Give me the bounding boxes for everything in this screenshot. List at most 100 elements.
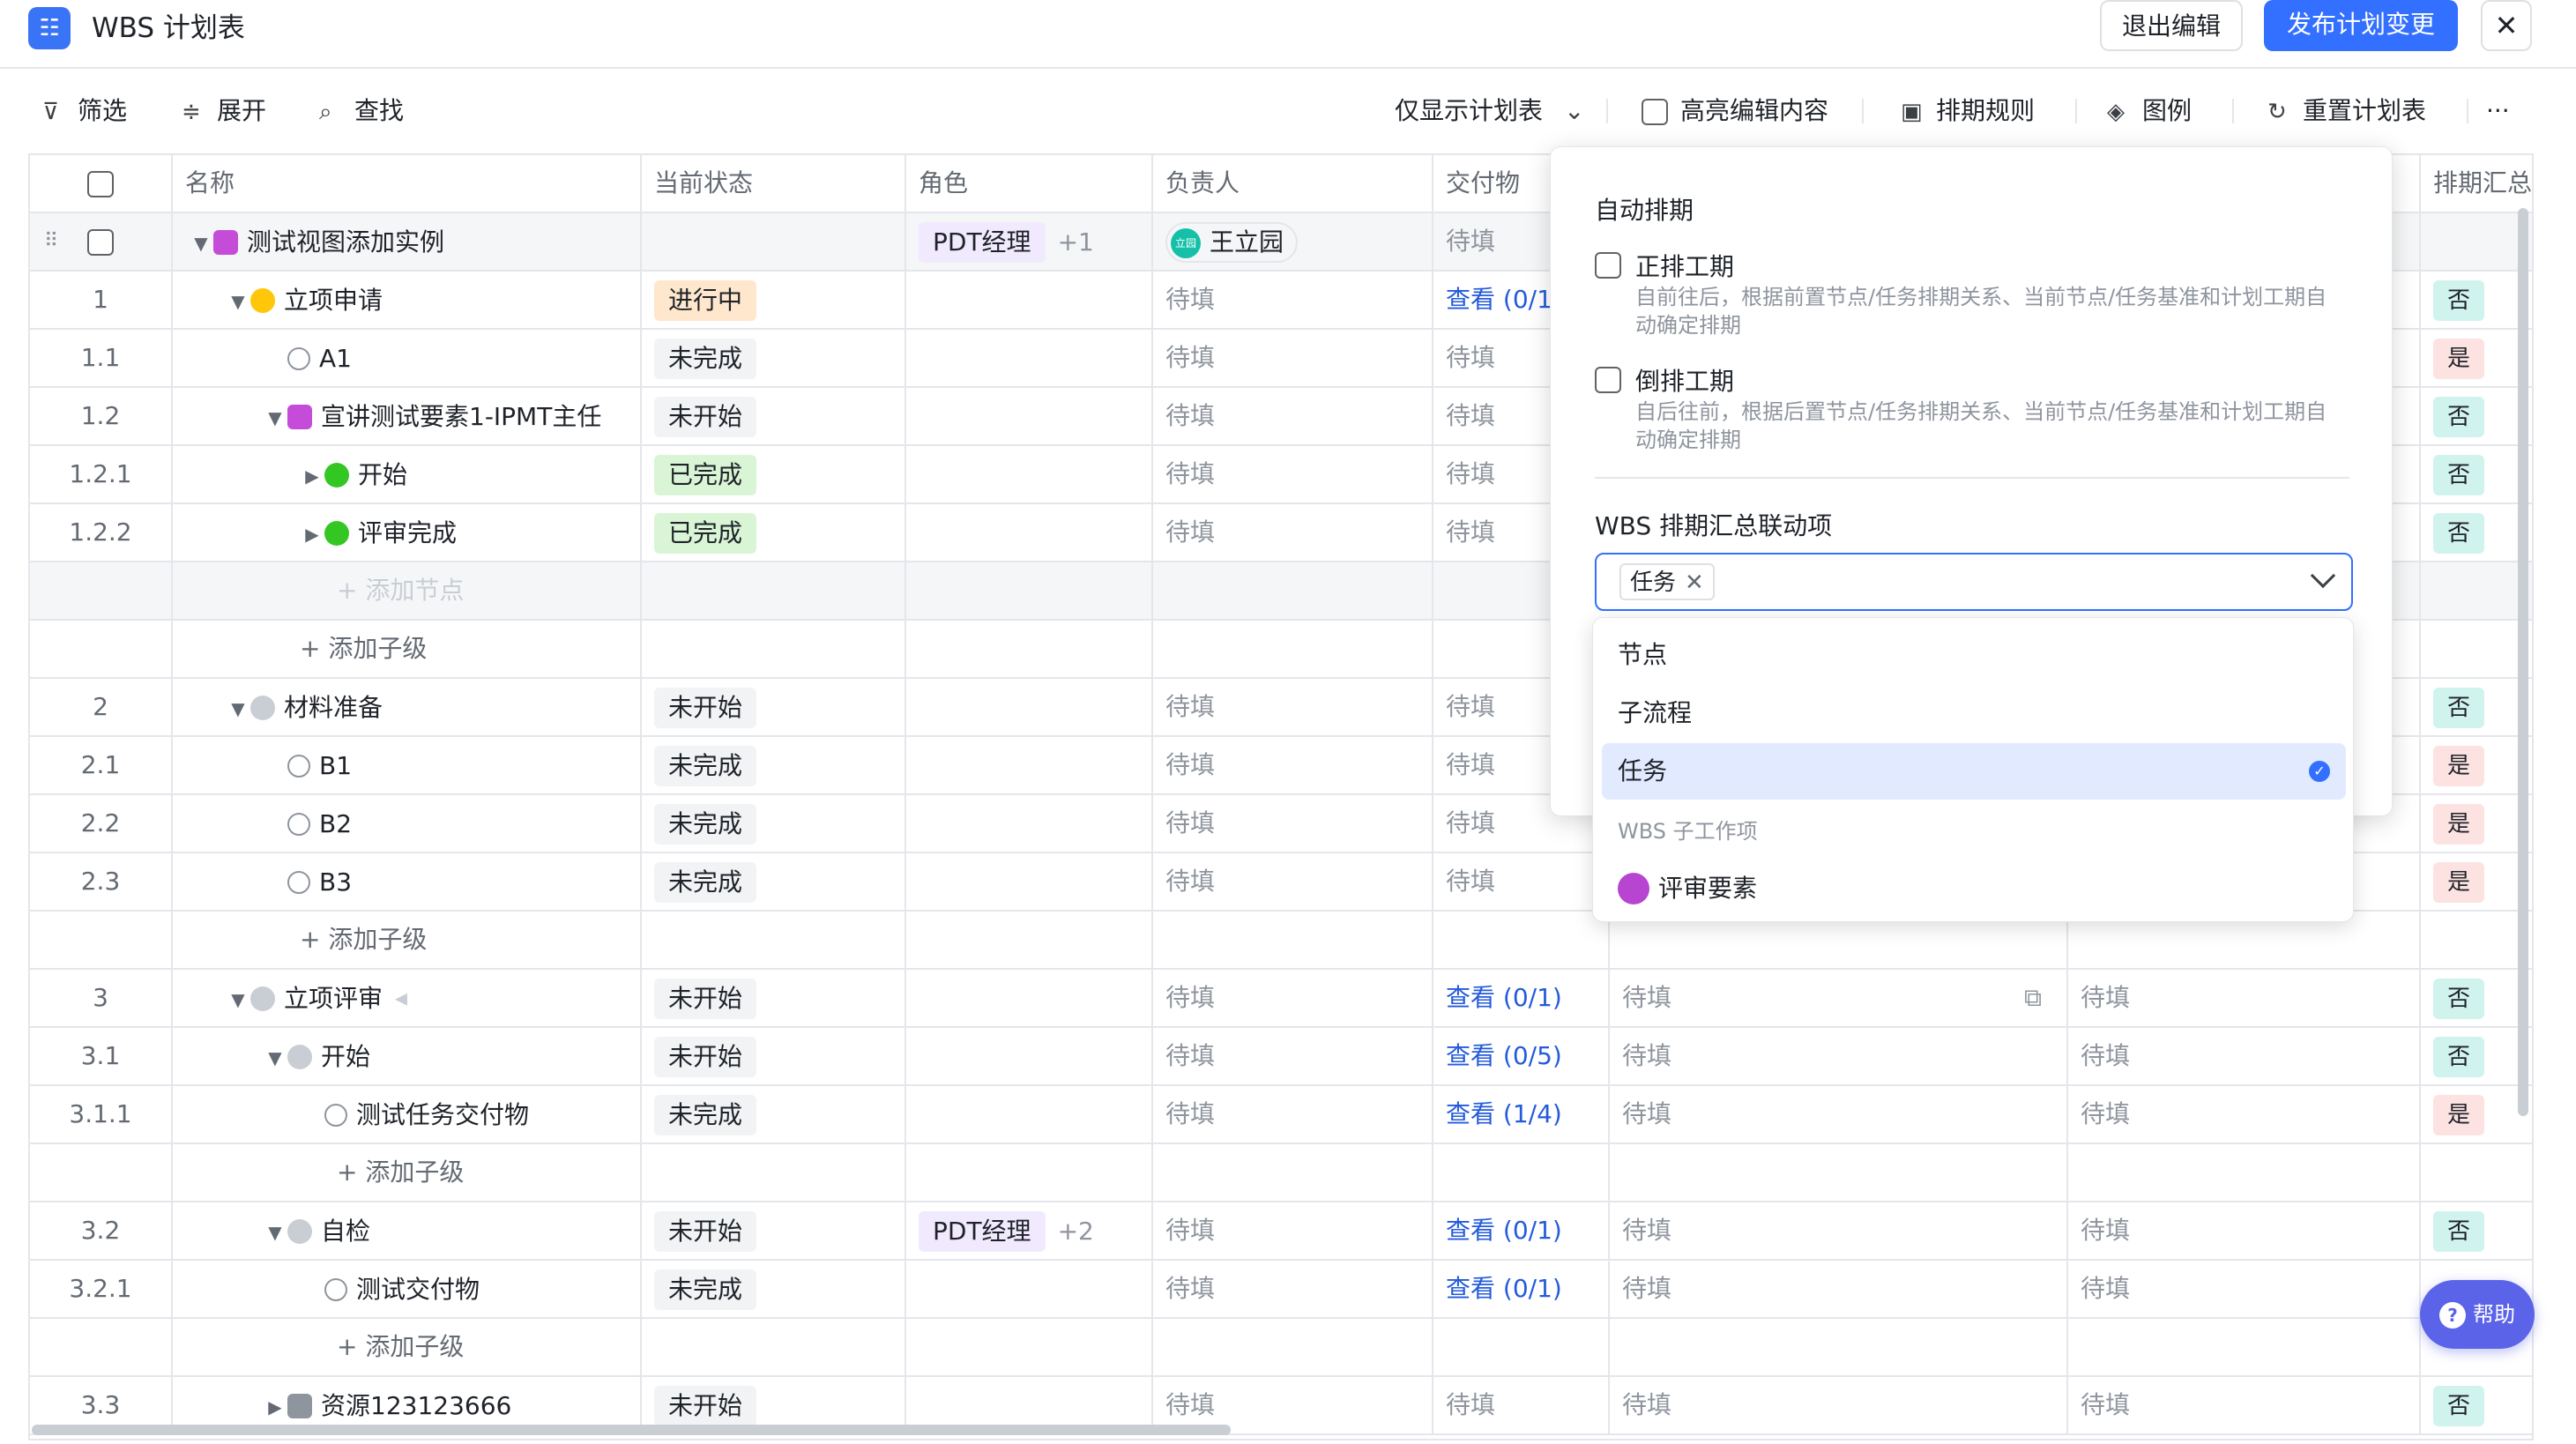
drag-handle-icon[interactable]: ⠿: [44, 213, 58, 270]
row-name[interactable]: 测试任务交付物: [356, 1100, 529, 1129]
name-cell[interactable]: ▶ 开始: [173, 446, 642, 502]
role-cell[interactable]: [906, 970, 1153, 1026]
caret-down-icon[interactable]: ▼: [226, 681, 250, 735]
owner-cell[interactable]: 立园 王立园: [1153, 213, 1433, 270]
row-name[interactable]: B3: [319, 867, 352, 897]
role-more-count[interactable]: +1: [1058, 227, 1094, 257]
name-cell[interactable]: + 添加节点: [173, 562, 642, 619]
add-child-link[interactable]: + 添加子级: [337, 1332, 464, 1361]
plan-cell-a[interactable]: 待填: [1610, 1086, 2068, 1143]
name-cell[interactable]: + 添加子级: [173, 912, 642, 968]
schedule-summary-cell[interactable]: 否: [2421, 970, 2532, 1026]
name-cell[interactable]: 测试任务交付物: [173, 1086, 642, 1143]
schedule-summary-cell[interactable]: 是: [2421, 1086, 2532, 1143]
caret-down-icon[interactable]: ▼: [226, 273, 250, 328]
option-subprocess[interactable]: 子流程: [1602, 685, 2346, 741]
row-name[interactable]: 开始: [358, 460, 407, 489]
status-cell[interactable]: 未完成: [642, 795, 906, 852]
name-cell[interactable]: + 添加子级: [173, 621, 642, 677]
plan-cell-b[interactable]: 待填: [2068, 1377, 2421, 1433]
role-cell[interactable]: [906, 795, 1153, 852]
status-cell[interactable]: 未开始: [642, 388, 906, 444]
schedule-summary-cell[interactable]: 否: [2421, 679, 2532, 735]
row-name[interactable]: A1: [319, 344, 352, 373]
option-node[interactable]: 节点: [1602, 627, 2346, 683]
deliverable-cell[interactable]: 查看 (0/1): [1433, 970, 1610, 1026]
schedule-summary-cell[interactable]: 是: [2421, 795, 2532, 852]
highlight-edits-toggle[interactable]: 高亮编辑内容: [1642, 92, 1828, 130]
owner-cell[interactable]: 待填: [1153, 737, 1433, 793]
status-cell[interactable]: 未开始: [642, 679, 906, 735]
status-cell[interactable]: 未完成: [642, 1086, 906, 1143]
schedule-summary-cell[interactable]: 否: [2421, 1028, 2532, 1084]
status-cell[interactable]: 未开始: [642, 970, 906, 1026]
row-name[interactable]: 立项评审: [284, 984, 383, 1013]
name-cell[interactable]: ▼ 开始: [173, 1028, 642, 1084]
plan-cell-a[interactable]: 待填: [1610, 1261, 2068, 1317]
linkage-select[interactable]: 任务 ✕: [1595, 553, 2353, 611]
owner-cell[interactable]: 待填: [1153, 1202, 1433, 1259]
column-header-schedule-summary[interactable]: 排期汇总: [2421, 155, 2532, 212]
column-header-status[interactable]: 当前状态: [642, 155, 906, 212]
plan-cell-a[interactable]: 待填: [1610, 1377, 2068, 1433]
deliverable-view-link[interactable]: 查看 (0/1): [1446, 983, 1562, 1012]
close-icon[interactable]: ✕: [2481, 0, 2532, 51]
role-cell[interactable]: PDT经理 +1: [906, 213, 1153, 270]
name-cell[interactable]: ▼ 立项申请: [173, 272, 642, 328]
name-cell[interactable]: 测试交付物: [173, 1261, 642, 1317]
deliverable-cell[interactable]: 查看 (0/1): [1433, 1202, 1610, 1259]
status-cell[interactable]: 未开始: [642, 1202, 906, 1259]
table-row[interactable]: 3.1 ▼ 开始 未开始 待填 查看 (0/5) 待填 待填 否: [30, 1028, 2532, 1086]
backward-schedule-option[interactable]: 倒排工期: [1595, 362, 1734, 398]
owner-cell[interactable]: 待填: [1153, 795, 1433, 852]
plan-cell-b[interactable]: 待填: [2068, 1261, 2421, 1317]
row-name[interactable]: B1: [319, 751, 352, 780]
role-cell[interactable]: [906, 1086, 1153, 1143]
caret-down-icon[interactable]: ▼: [263, 390, 287, 444]
publish-changes-button[interactable]: 发布计划变更: [2264, 0, 2458, 51]
owner-cell[interactable]: 待填: [1153, 1261, 1433, 1317]
deliverable-view-link[interactable]: 查看 (0/5): [1446, 1041, 1562, 1070]
name-cell[interactable]: B2: [173, 795, 642, 852]
status-cell[interactable]: 已完成: [642, 446, 906, 502]
deliverable-view-link[interactable]: 查看 (0/1): [1446, 1274, 1562, 1303]
schedule-summary-cell[interactable]: 否: [2421, 446, 2532, 502]
deliverable-cell[interactable]: 查看 (0/5): [1433, 1028, 1610, 1084]
name-cell[interactable]: ▼ 测试视图添加实例: [173, 213, 642, 270]
schedule-rules-button[interactable]: ▣ 排期规则: [1901, 92, 2035, 130]
schedule-summary-cell[interactable]: 否: [2421, 388, 2532, 444]
name-cell[interactable]: ▼ 立项评审 ◂: [173, 970, 642, 1026]
copy-icon[interactable]: ⧉: [2024, 970, 2042, 1026]
add-child-link[interactable]: + 添加子级: [300, 634, 427, 663]
deliverable-view-link[interactable]: 查看 (0/1): [1446, 285, 1562, 314]
caret-down-icon[interactable]: ▼: [189, 215, 213, 270]
plan-cell-b[interactable]: 待填: [2068, 1202, 2421, 1259]
owner-chip[interactable]: 立园 王立园: [1165, 222, 1299, 263]
name-cell[interactable]: ▶ 评审完成: [173, 504, 642, 561]
caret-right-icon[interactable]: ▶: [300, 448, 324, 502]
row-name[interactable]: 立项申请: [284, 286, 383, 315]
column-header-role[interactable]: 角色: [906, 155, 1153, 212]
reset-plan-button[interactable]: ↻ 重置计划表: [2267, 92, 2426, 130]
name-cell[interactable]: B1: [173, 737, 642, 793]
table-row[interactable]: 3.2 ▼ 自检 未开始 PDT经理 +2 待填 查看 (0/1) 待填 待填 否: [30, 1202, 2532, 1261]
row-name[interactable]: 测试交付物: [356, 1275, 480, 1304]
owner-cell[interactable]: 待填: [1153, 970, 1433, 1026]
plan-cell-a[interactable]: 待填: [1610, 1028, 2068, 1084]
legend-button[interactable]: ◈ 图例: [2107, 92, 2192, 130]
name-cell[interactable]: ▼ 自检: [173, 1202, 642, 1259]
deliverable-view-link[interactable]: 查看 (0/1): [1446, 1216, 1562, 1245]
plan-cell-a[interactable]: 待填: [1610, 1202, 2068, 1259]
row-checkbox[interactable]: [87, 229, 114, 256]
schedule-summary-cell[interactable]: 是: [2421, 330, 2532, 386]
forward-schedule-option[interactable]: 正排工期: [1595, 248, 1734, 283]
status-cell[interactable]: [642, 213, 906, 270]
column-header-name[interactable]: 名称: [173, 155, 642, 212]
row-name[interactable]: 资源123123666: [321, 1391, 511, 1420]
plan-cell-b[interactable]: 待填: [2068, 1086, 2421, 1143]
status-cell[interactable]: 进行中: [642, 272, 906, 328]
status-cell[interactable]: 未开始: [642, 1028, 906, 1084]
filter-button[interactable]: ⊽ 筛选: [42, 92, 127, 130]
column-header-owner[interactable]: 负责人: [1153, 155, 1433, 212]
table-row[interactable]: 3.2.1 测试交付物 未完成 待填 查看 (0/1) 待填 待填: [30, 1261, 2532, 1319]
